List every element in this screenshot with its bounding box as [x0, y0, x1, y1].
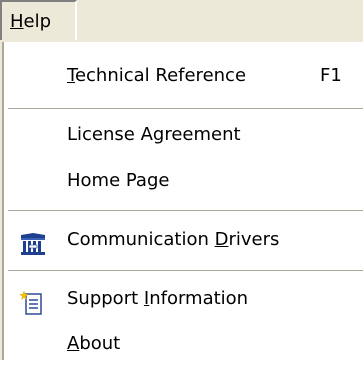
- menu-separator: [8, 210, 363, 212]
- label-text: Communication: [67, 229, 215, 250]
- menu-item-label: Communication Drivers: [67, 217, 279, 263]
- help-menu-mnemonic: H: [10, 11, 24, 32]
- help-menu-label: elp: [23, 11, 52, 32]
- menu-separator: [8, 108, 363, 110]
- menu-item-label: Support Information: [67, 276, 248, 322]
- label-text: rivers: [228, 229, 280, 250]
- shortcut-text: F1: [320, 65, 342, 86]
- menu-item-communication-drivers[interactable]: Communication Drivers: [2, 217, 363, 263]
- help-menu[interactable]: Help: [0, 0, 77, 40]
- mnemonic: D: [214, 229, 229, 250]
- menu-item-label: About: [67, 321, 120, 367]
- menu-item-label: Home Page: [67, 170, 170, 191]
- menu-item-support-information[interactable]: Support Information: [2, 276, 363, 322]
- menu-item-home-page[interactable]: Home Page: [2, 158, 363, 204]
- menu-item-license-agreement[interactable]: License Agreement: [2, 112, 363, 158]
- communication-drivers-icon: [20, 228, 46, 255]
- mnemonic: A: [67, 333, 80, 354]
- support-information-icon: [19, 287, 46, 315]
- menu-item-label: License Agreement: [67, 124, 241, 145]
- menu-bar: Help: [0, 0, 363, 40]
- label-text: echnical Reference: [74, 65, 247, 86]
- menu-item-label: Technical Reference: [67, 53, 246, 99]
- label-text: nformation: [149, 288, 249, 309]
- menu-item-technical-reference[interactable]: Technical Reference F1: [2, 53, 363, 99]
- menu-separator: [8, 270, 363, 272]
- menu-item-about[interactable]: About: [2, 321, 363, 367]
- mnemonic: T: [67, 65, 75, 86]
- help-dropdown-menu: Technical Reference F1 License Agreement…: [0, 40, 363, 360]
- label-text: bout: [79, 333, 121, 354]
- label-text: Support: [67, 288, 144, 309]
